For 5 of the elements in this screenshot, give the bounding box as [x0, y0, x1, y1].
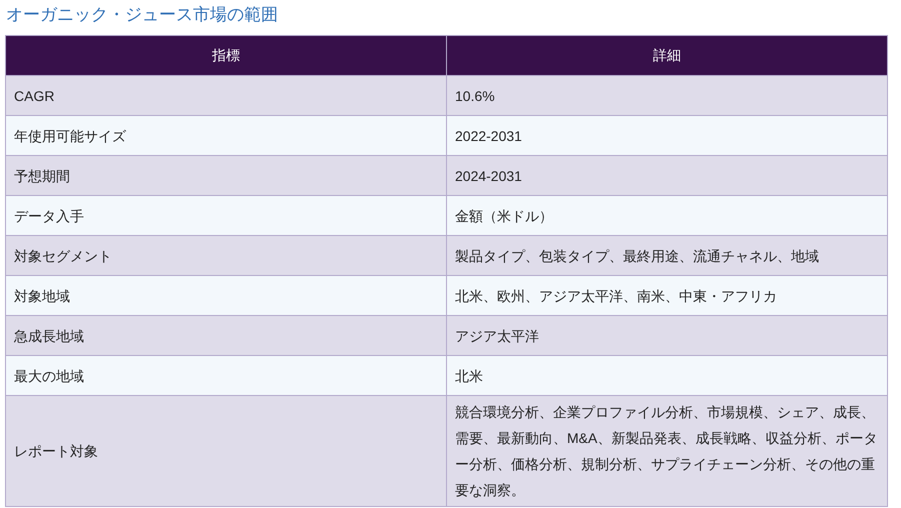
table-cell: 競合環境分析、企業プロファイル分析、市場規模、シェア、成長、需要、最新動向、M&A、新製品発表、成長戦略、収益分析、ポーター分析、価格分析、規制分析、サプライチェーン分析、その他の重要な洞察。	[446, 396, 888, 506]
section-title: オーガニック・ジュース市場の範囲	[5, 4, 279, 26]
column-header: 指標	[6, 36, 446, 76]
column-header: 詳細	[446, 36, 888, 76]
table-cell: レポート対象	[6, 396, 446, 506]
